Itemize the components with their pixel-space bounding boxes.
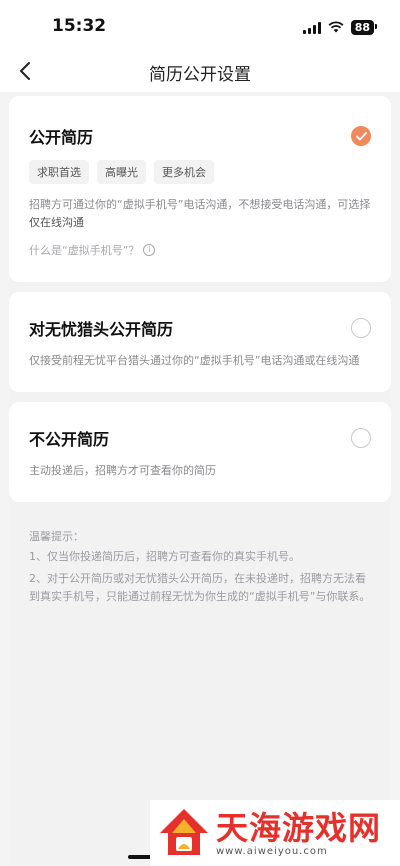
nav-bar: 简历公开设置 (0, 50, 400, 92)
tips-title: 温馨提示： (29, 530, 84, 543)
battery-icon: 88 (350, 20, 378, 35)
status-time: 15:32 (52, 16, 107, 36)
option-public-resume[interactable]: 公开简历 求职首选 高曝光 更多机会 招聘方可通过你的“虚拟手机号”电话沟通，不… (9, 96, 391, 282)
watermark: 天海游戏网 www.aiweiyou.com (150, 800, 400, 866)
status-bar: 15:32 88 (0, 0, 400, 50)
help-text: 什么是“虚拟手机号”？ (29, 244, 140, 257)
wifi-icon (328, 18, 344, 37)
watermark-url: www.aiweiyou.com (216, 845, 328, 857)
tips-section: 温馨提示： 1、仅当你投递简历后，招聘方可查看你的真实手机号。 2、对于公开简历… (9, 502, 391, 632)
settings-content: 公开简历 求职首选 高曝光 更多机会 招聘方可通过你的“虚拟手机号”电话沟通，不… (9, 96, 391, 866)
option-description: 主动投递后，招聘方才可查看你的简历 (29, 464, 216, 477)
option-title: 公开简历 (29, 128, 94, 147)
check-icon (355, 131, 367, 140)
tag: 求职首选 (29, 160, 89, 184)
tips-line: 2、对于公开简历或对无忧猎头公开简历，在未投递时，招聘方无法看到真实手机号，只能… (29, 572, 371, 603)
tag-list: 求职首选 高曝光 更多机会 (29, 160, 371, 184)
radio-unchecked[interactable] (351, 428, 371, 448)
watermark-name: 天海游戏网 (216, 808, 382, 847)
option-private-resume[interactable]: 不公开简历 主动投递后，招聘方才可查看你的简历 (9, 402, 391, 502)
online-only-link[interactable]: 仅在线沟通 (29, 216, 84, 229)
option-description: 仅接受前程无忧平台猎头通过你的“虚拟手机号”电话沟通或在线沟通 (29, 354, 360, 367)
tips-line: 1、仅当你投递简历后，招聘方可查看你的真实手机号。 (29, 550, 300, 563)
watermark-logo-icon (160, 809, 208, 855)
cellular-signal-icon (302, 21, 321, 34)
option-title: 对无忧猎头公开简历 (29, 320, 174, 339)
virtual-number-help[interactable]: 什么是“虚拟手机号”？ i (29, 242, 371, 258)
page-title: 简历公开设置 (149, 65, 251, 85)
status-icons: 88 (302, 18, 378, 37)
tag: 高曝光 (97, 160, 146, 184)
option-description: 招聘方可通过你的“虚拟手机号”电话沟通，不想接受电话沟通，可选择 仅在线沟通 (29, 198, 371, 229)
radio-checked[interactable] (351, 126, 371, 146)
option-headhunter-public[interactable]: 对无忧猎头公开简历 仅接受前程无忧平台猎头通过你的“虚拟手机号”电话沟通或在线沟… (9, 292, 391, 392)
radio-unchecked[interactable] (351, 318, 371, 338)
option-title: 不公开简历 (29, 430, 110, 449)
home-indicator (128, 855, 152, 859)
tag: 更多机会 (154, 160, 214, 184)
info-icon: i (143, 244, 156, 256)
